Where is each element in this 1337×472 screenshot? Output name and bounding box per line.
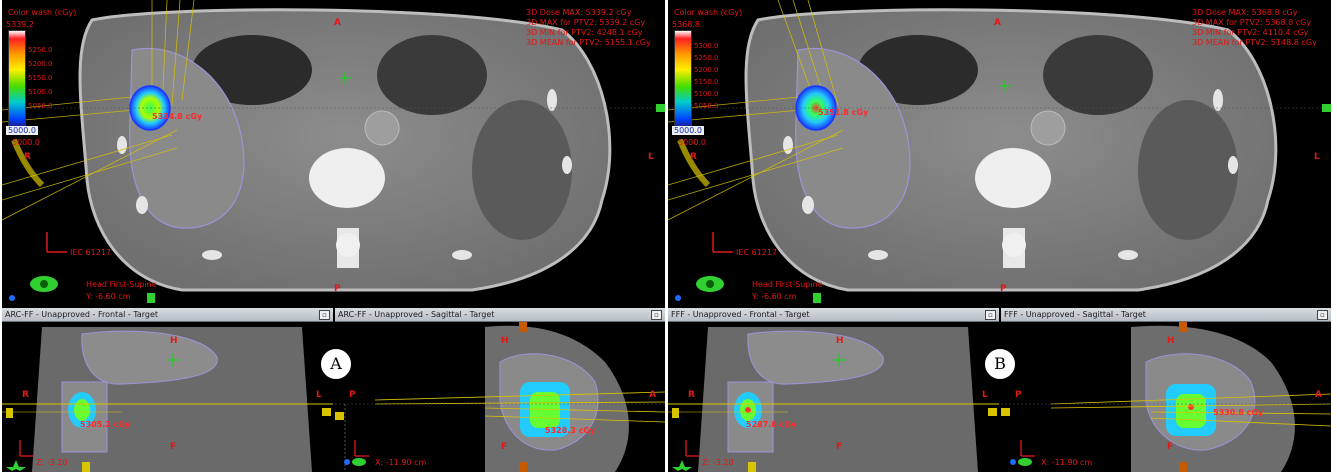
colorbar-tick: 5100.0 [28,88,53,96]
point-dose-label: 5334.8 cGy [152,112,203,121]
colorbar-max: 5339.2 [6,20,34,29]
axial-view-a[interactable]: Color wash (cGy) 5339.2 5250.0 5200.0 51… [2,0,665,308]
frontal-right: R [688,390,695,400]
point-dose-label: 5351.8 cGy [818,108,869,117]
sagittal-point-dose: 5328.3 cGy [545,426,596,435]
axial-view-b[interactable]: Color wash (cGy) 5368.8 5300.0 5250.0 52… [668,0,1331,308]
sagittal-feet: F [501,442,508,452]
frontal-point-dose: 5287.8 cGy [746,420,797,429]
frontal-right: R [22,390,29,400]
sagittal-ct-image [1001,322,1331,472]
colorbar-tick: 5200.0 [28,60,53,68]
y-coordinate: Y: -6.60 cm [752,292,797,301]
bottom-views-a: ARC-FF - Unapproved - Frontal - Target ▫ [2,308,665,472]
colorbar-tick: 5100.0 [694,90,719,98]
viewport-menu-icon[interactable]: ▫ [985,310,996,320]
sagittal-head: H [1167,336,1175,346]
viewport-menu-icon[interactable]: ▫ [1317,310,1328,320]
dose-max-readout: 3D Dose MAX: 5339.2 cGy [526,8,632,17]
viewport-title: ARC-FF - Unapproved - Frontal - Target [5,310,159,319]
colorbar-min: 5000.0 [672,126,704,135]
frontal-view-b[interactable]: FFF - Unapproved - Frontal - Target ▫ H … [668,308,999,472]
dose-max-readout: 3D Dose MAX: 5368.8 cGy [1192,8,1298,17]
viewport-title: FFF - Unapproved - Frontal - Target [671,310,810,319]
orientation-right: R [690,152,697,162]
frontal-left: L [316,390,322,400]
sagittal-point-dose: 5330.8 cGy [1213,408,1264,417]
sagittal-posterior: P [1015,390,1022,400]
sagittal-coordinate: X: -11.90 cm [375,458,427,467]
frontal-coordinate: Z: -3.20 [702,458,734,467]
colorbar-tick: 5200.0 [694,66,719,74]
orientation-anterior: A [334,18,341,28]
colorbar-tick: 5150.0 [28,74,53,82]
dose-colorbar[interactable] [8,30,26,128]
orientation-left: L [648,152,654,162]
frontal-point-dose: 5305.2 cGy [80,420,131,429]
viewport-title: FFF - Unapproved - Sagittal - Target [1004,310,1146,319]
ptv-min-readout: 3D MIN for PTV2: 4110.4 cGy [1192,28,1309,37]
colorbar-tick: 5150.0 [694,78,719,86]
colorbar-min-red: 5000.0 [12,138,40,147]
patient-orientation: Head First-Supine [752,280,823,289]
orientation-anterior: A [994,18,1001,28]
sagittal-ct-image [335,322,665,472]
orientation-posterior: P [334,284,341,294]
viewport-titlebar: FFF - Unapproved - Frontal - Target ▫ [668,308,999,322]
frontal-ct-image [2,322,333,472]
colorbar-min-red: 5000.0 [678,138,706,147]
colorbar-tick: 5250.0 [694,54,719,62]
colorwash-label: Color wash (cGy) [674,8,743,17]
ptv-max-readout: 3D MAX for PTV2: 5339.2 cGy [526,18,646,27]
y-coordinate: Y: -6.60 cm [86,292,131,301]
frontal-view-a[interactable]: ARC-FF - Unapproved - Frontal - Target ▫ [2,308,333,472]
orientation-left: L [1314,152,1320,162]
bottom-views-b: FFF - Unapproved - Frontal - Target ▫ H … [668,308,1331,472]
dose-colorbar[interactable] [674,30,692,128]
colorbar-tick: 5050.0 [694,102,719,110]
frontal-head: H [836,336,844,346]
colorbar-tick: 5250.0 [28,46,53,54]
sagittal-feet: F [1167,442,1174,452]
frontal-left: L [982,390,988,400]
viewport-titlebar: FFF - Unapproved - Sagittal - Target ▫ [1001,308,1331,322]
frontal-feet: F [170,442,177,452]
sagittal-view-a[interactable]: ARC-FF - Unapproved - Sagittal - Target … [335,308,665,472]
panel-label-b: B [984,348,1016,380]
iec-label: IEC 61217 [736,248,777,257]
colorbar-min: 5000.0 [6,126,38,135]
orientation-right: R [24,152,31,162]
frontal-feet: F [836,442,843,452]
plan-panel-b: Color wash (cGy) 5368.8 5300.0 5250.0 52… [668,0,1331,472]
sagittal-anterior: A [1315,390,1322,400]
ptv-max-readout: 3D MAX for PTV2: 5368.8 cGy [1192,18,1312,27]
plan-panel-a: Color wash (cGy) 5339.2 5250.0 5200.0 51… [2,0,665,472]
frontal-head: H [170,336,178,346]
viewport-menu-icon[interactable]: ▫ [651,310,662,320]
colorwash-label: Color wash (cGy) [8,8,77,17]
sagittal-coordinate: X: -11.90 cm [1041,458,1093,467]
iec-label: IEC 61217 [70,248,111,257]
frontal-ct-image [668,322,999,472]
ptv-min-readout: 3D MIN for PTV2: 4248.1 cGy [526,28,643,37]
viewport-title: ARC-FF - Unapproved - Sagittal - Target [338,310,495,319]
patient-orientation: Head First-Supine [86,280,157,289]
ptv-mean-readout: 3D MEAN for PTV2: 5148.8 cGy [1192,38,1317,47]
viewport-titlebar: ARC-FF - Unapproved - Sagittal - Target … [335,308,665,322]
panel-label-a: A [320,348,352,380]
viewport-titlebar: ARC-FF - Unapproved - Frontal - Target ▫ [2,308,333,322]
sagittal-head: H [501,336,509,346]
colorbar-tick: 5050.0 [28,102,53,110]
ptv-mean-readout: 3D MEAN for PTV2: 5155.1 cGy [526,38,651,47]
sagittal-view-b[interactable]: FFF - Unapproved - Sagittal - Target ▫ H… [1001,308,1331,472]
sagittal-anterior: A [649,390,656,400]
orientation-posterior: P [1000,284,1007,294]
colorbar-tick: 5300.0 [694,42,719,50]
viewport-menu-icon[interactable]: ▫ [319,310,330,320]
frontal-coordinate: Z: -3.20 [36,458,68,467]
sagittal-posterior: P [349,390,356,400]
colorbar-max: 5368.8 [672,20,700,29]
